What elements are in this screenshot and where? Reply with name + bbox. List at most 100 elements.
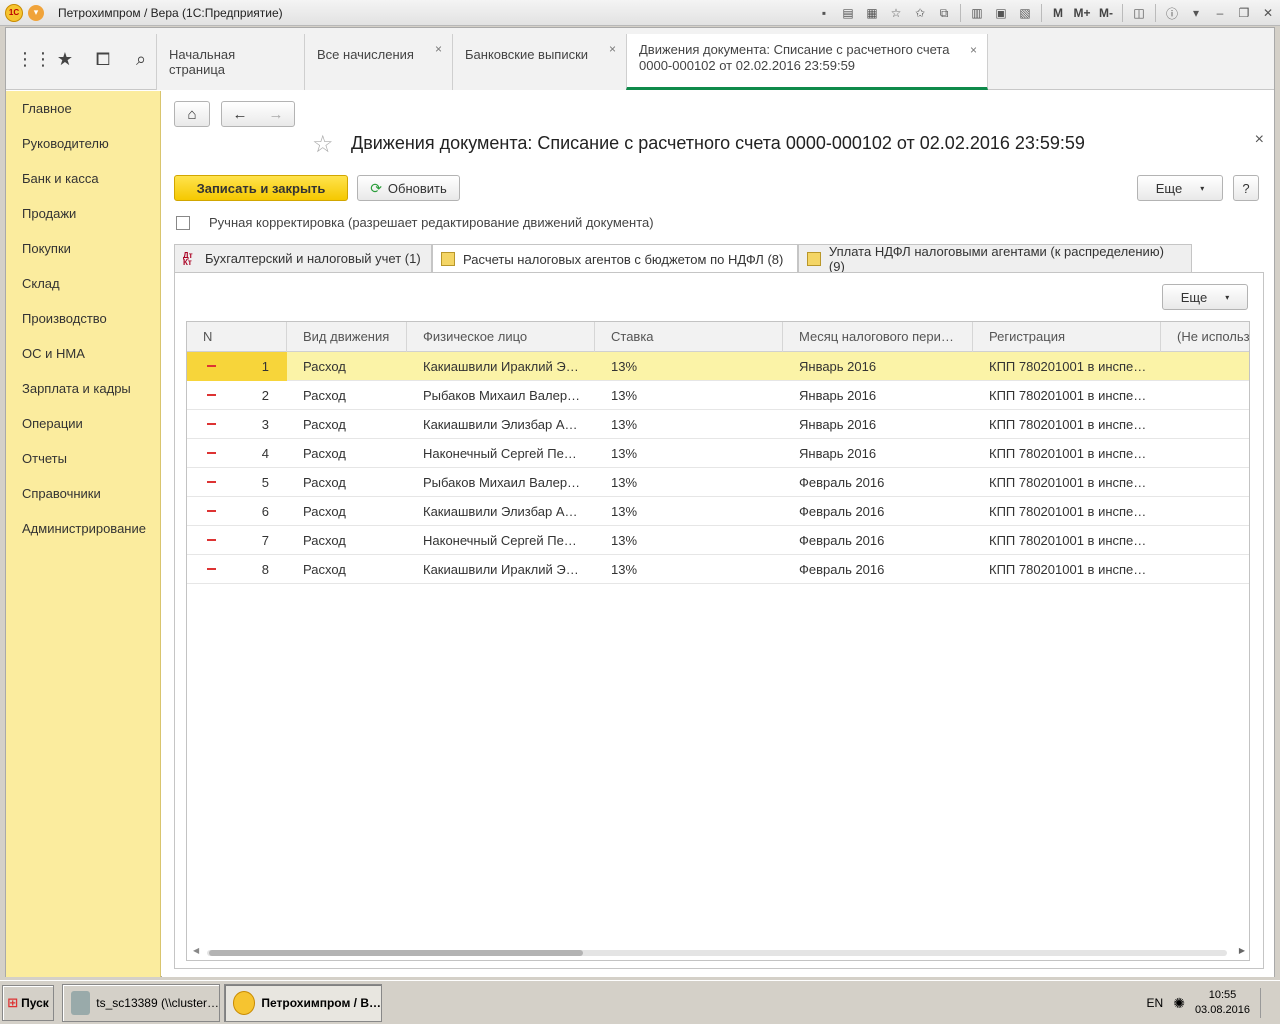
sidebar-item-catalogs[interactable]: Справочники — [22, 486, 101, 501]
sidebar-item-bank-cash[interactable]: Банк и касса — [22, 171, 99, 186]
column-header-n[interactable]: N — [187, 322, 287, 352]
sidebar-item-fixed-assets[interactable]: ОС и НМА — [22, 346, 85, 361]
sidebar-item-production[interactable]: Производство — [22, 311, 107, 326]
close-form-icon[interactable]: × — [1255, 131, 1264, 149]
preview-icon[interactable]: ▦ — [861, 3, 883, 23]
tab-bank-statements[interactable]: Банковские выписки × — [452, 34, 626, 90]
home-button[interactable]: ⌂ — [174, 101, 210, 127]
sidebar-item-warehouse[interactable]: Склад — [22, 276, 60, 291]
minimize-icon[interactable]: ‒ — [1209, 3, 1231, 23]
scroll-left-icon[interactable]: ◀ — [193, 946, 199, 955]
tab-ndfl-payment[interactable]: Уплата НДФЛ налоговыми агентами (к распр… — [798, 244, 1192, 274]
refresh-label: Обновить — [387, 180, 447, 196]
close-tab-icon[interactable]: × — [609, 42, 616, 56]
search-icon[interactable]: ⌕ — [130, 49, 152, 70]
scroll-right-icon[interactable]: ▶ — [1239, 946, 1245, 955]
refresh-icon: ⟳ — [370, 179, 382, 196]
column-header-registration[interactable]: Регистрация — [973, 322, 1161, 352]
column-header-person[interactable]: Физическое лицо — [407, 322, 595, 352]
restore-icon[interactable]: ❐ — [1233, 3, 1255, 23]
add-favorite-icon[interactable]: ☆ — [885, 3, 907, 23]
column-header-tax-month[interactable]: Месяц налогового пери… — [783, 322, 973, 352]
print-icon[interactable]: ▤ — [837, 3, 859, 23]
manual-correction-label: Ручная корректировка (разрешает редактир… — [209, 215, 654, 230]
network-status-icon[interactable]: ✺ — [1173, 995, 1185, 1012]
show-desktop-icon[interactable] — [1260, 988, 1272, 1018]
close-window-icon[interactable]: ✕ — [1257, 3, 1279, 23]
table-row[interactable]: 6 Расход Какиашвили Элизбар А… 13% Февраль 2… — [187, 497, 1249, 526]
cell-rate: 13% — [611, 417, 638, 432]
page-title: Движения документа: Списание с расчетног… — [351, 133, 1085, 153]
taskbar-item-terminal[interactable]: ts_sc13389 (\\cluster… — [62, 984, 220, 1022]
links-icon[interactable]: ⧉ — [933, 3, 955, 23]
save-and-close-button[interactable]: Записать и закрыть — [174, 175, 348, 201]
save-icon[interactable]: ▪ — [813, 3, 835, 23]
tab-accounting[interactable]: Дт Кт Бухгалтерский и налоговый учет (1) — [174, 244, 432, 272]
close-tab-icon[interactable]: × — [970, 42, 977, 58]
grid-more-button[interactable]: Еще ▾ — [1162, 284, 1248, 310]
refresh-button[interactable]: ⟳ Обновить — [357, 175, 460, 201]
cell-person: Какиашвили Ираклий Э… — [423, 562, 579, 577]
table-row[interactable]: 8 Расход Какиашвили Ираклий Э… 13% Февраль 2… — [187, 555, 1249, 584]
back-arrow-icon[interactable]: ← — [233, 106, 248, 123]
table-row[interactable]: 1 Расход Какиашвили Ираклий Э… 13% Январь 20… — [187, 352, 1249, 381]
manual-correction-checkbox[interactable] — [176, 216, 190, 230]
main-menu-icon[interactable]: ▾ — [28, 4, 44, 21]
history-icon[interactable]: ⧠ — [92, 49, 114, 70]
grid-more-label: Еще — [1180, 289, 1208, 305]
sidebar-item-main[interactable]: Главное — [22, 101, 72, 116]
memory-subtract-button[interactable]: M- — [1095, 3, 1117, 23]
tab-ndfl-settlements[interactable]: Расчеты налоговых агентов с бюджетом по … — [432, 244, 798, 273]
sidebar-item-salary[interactable]: Зарплата и кадры — [22, 381, 131, 396]
more-button[interactable]: Еще ▾ — [1137, 175, 1223, 201]
table-row[interactable]: 4 Расход Наконечный Сергей Пе… 13% Январь 20… — [187, 439, 1249, 468]
table-row[interactable]: 3 Расход Какиашвили Элизбар А… 13% Январь 20… — [187, 410, 1249, 439]
windows-logo-icon: ⊞ — [7, 995, 19, 1010]
notes-icon[interactable]: ▧ — [1014, 3, 1036, 23]
info-icon[interactable]: ⓘ — [1161, 3, 1183, 23]
forward-arrow-icon[interactable]: → — [269, 106, 284, 123]
favorite-star-icon[interactable]: ☆ — [312, 130, 334, 159]
sidebar-item-purchases[interactable]: Покупки — [22, 241, 71, 256]
sections-menu-icon[interactable]: ⋮⋮ — [16, 49, 52, 70]
close-tab-icon[interactable]: × — [435, 42, 442, 56]
column-header-rate[interactable]: Ставка — [595, 322, 783, 352]
panels-icon[interactable]: ◫ — [1128, 3, 1150, 23]
cell-month: Январь 2016 — [799, 417, 877, 432]
help-button[interactable]: ? — [1233, 175, 1259, 201]
calendar-icon[interactable]: ▣ — [990, 3, 1012, 23]
table-row[interactable]: 7 Расход Наконечный Сергей Пе… 13% Февраль 2… — [187, 526, 1249, 555]
sidebar-item-director[interactable]: Руководителю — [22, 136, 109, 151]
tab-document-movements[interactable]: Движения документа: Списание с расчетног… — [626, 34, 988, 90]
home-icon: ⌂ — [187, 105, 197, 123]
table-row[interactable]: 2 Расход Рыбаков Михаил Валер… 13% Январь 20… — [187, 381, 1249, 410]
sidebar-item-operations[interactable]: Операции — [22, 416, 83, 431]
taskbar-item-1c[interactable]: Петрохимпром / В… — [224, 984, 382, 1022]
cell-n: 2 — [261, 388, 269, 403]
favorites-star-icon[interactable]: ★ — [54, 49, 76, 70]
app-logo-icon[interactable]: 1С — [5, 3, 23, 22]
info-menu-icon[interactable]: ▾ — [1185, 3, 1207, 23]
start-button[interactable]: ⊞ Пуск — [2, 985, 54, 1021]
clock[interactable]: 10:55 03.08.2016 — [1195, 988, 1250, 1018]
sidebar-item-sales[interactable]: Продажи — [22, 206, 76, 221]
column-header-kind[interactable]: Вид движения — [287, 322, 407, 352]
expense-minus-icon — [207, 481, 216, 483]
calculator-icon[interactable]: ▥ — [966, 3, 988, 23]
tab-start-page[interactable]: Начальная страница — [156, 34, 304, 90]
scroll-thumb[interactable] — [209, 950, 583, 956]
horizontal-scrollbar[interactable]: ◀ ▶ — [187, 944, 1249, 960]
cell-reg: КПП 780201001 в инспе… — [989, 533, 1147, 548]
language-indicator[interactable]: EN — [1147, 996, 1164, 1010]
tab-all-accruals[interactable]: Все начисления × — [304, 34, 452, 90]
cell-kind: Расход — [303, 475, 346, 490]
favorites-icon[interactable]: ✩ — [909, 3, 931, 23]
table-row[interactable]: 5 Расход Рыбаков Михаил Валер… 13% Февраль 2… — [187, 468, 1249, 497]
sidebar-item-reports[interactable]: Отчеты — [22, 451, 67, 466]
memory-button[interactable]: M — [1047, 3, 1069, 23]
open-windows-tabstrip: ⋮⋮ ★ ⧠ ⌕ Начальная страница Все начислен… — [6, 28, 1274, 90]
memory-add-button[interactable]: M+ — [1071, 3, 1093, 23]
column-header-unused[interactable]: (Не использ — [1161, 322, 1249, 352]
sidebar-item-administration[interactable]: Администрирование — [22, 521, 146, 536]
cell-person: Какиашвили Элизбар А… — [423, 417, 578, 432]
